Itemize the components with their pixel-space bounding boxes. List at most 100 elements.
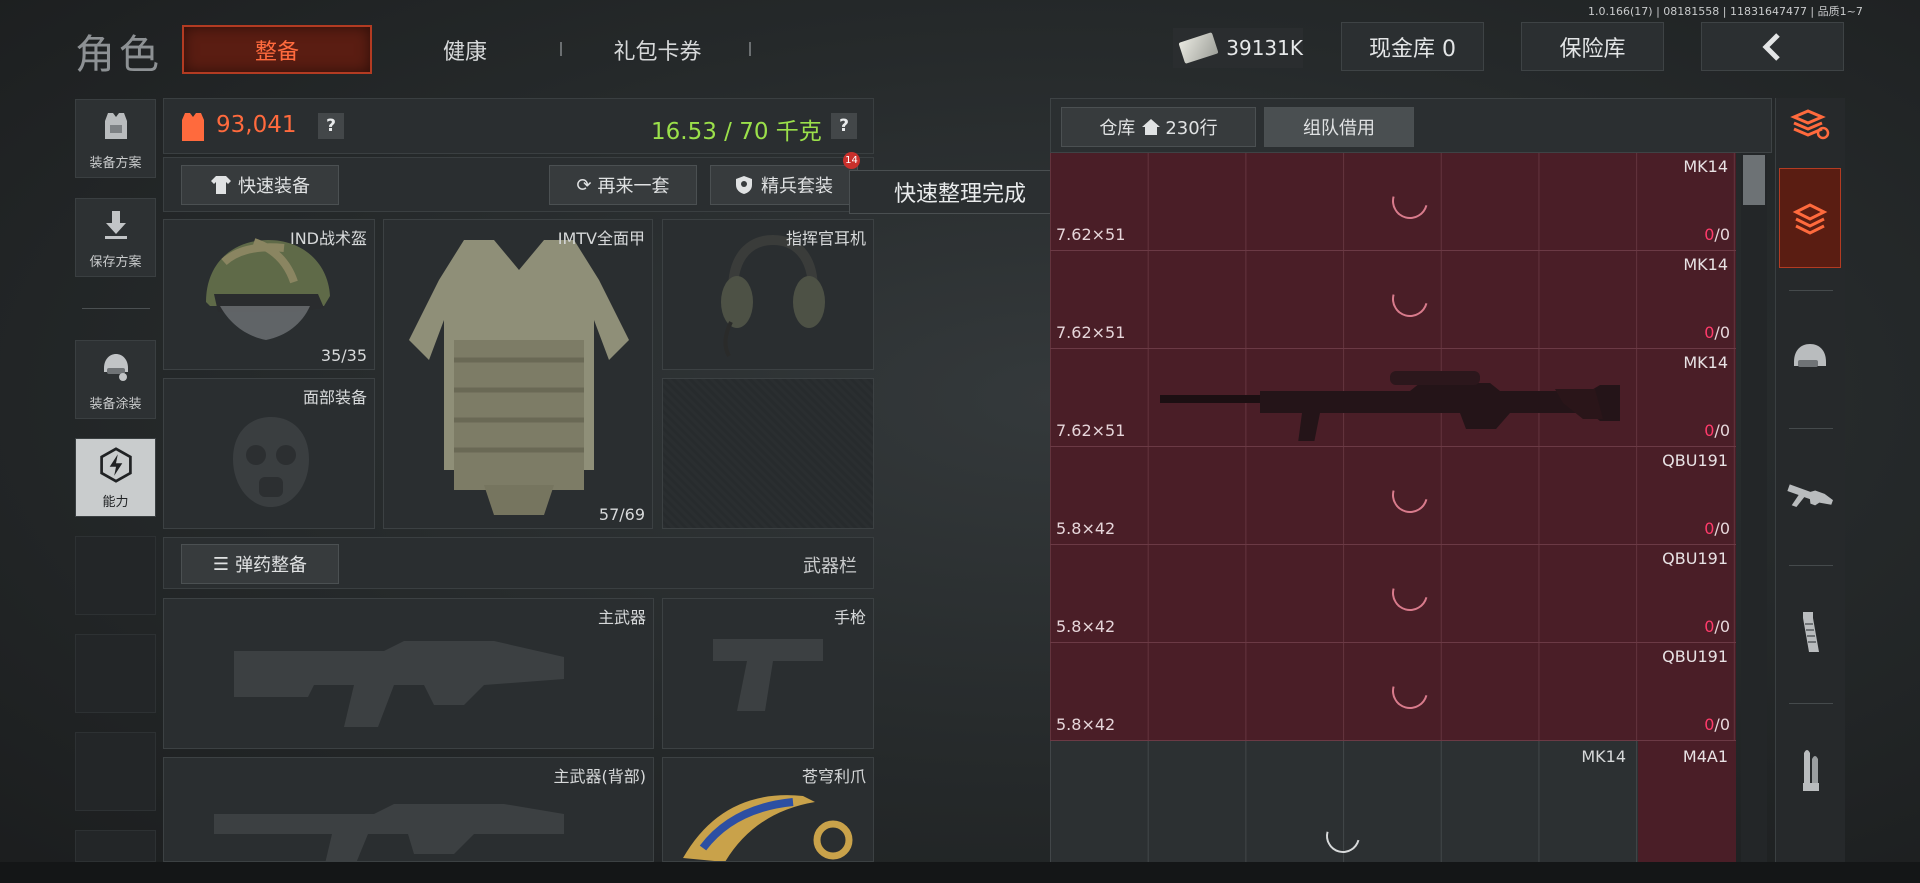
home-icon: [1142, 119, 1161, 135]
tab-prep[interactable]: 整备: [182, 25, 372, 74]
rail-divider: [82, 308, 150, 309]
loading-spinner-icon: [1319, 812, 1367, 860]
category-helmet[interactable]: [1779, 308, 1841, 408]
ammo-max: /0: [1714, 617, 1730, 636]
back-button[interactable]: [1701, 22, 1844, 71]
rail-label: 保存方案: [89, 255, 142, 270]
rail-save-plan[interactable]: 保存方案: [75, 198, 156, 277]
tab-divider: [749, 42, 751, 56]
tab-divider: [560, 42, 562, 56]
category-all[interactable]: [1779, 168, 1841, 268]
again-set-button[interactable]: ⟳ 再来一套: [549, 165, 697, 205]
again-set-label: 再来一套: [597, 176, 670, 197]
ammo-sort-button[interactable]: ☰ 弹药整备: [181, 544, 339, 584]
mk14-image: [1160, 371, 1620, 441]
caliber: 5.8×42: [1056, 715, 1116, 734]
helmet-durability: 35/35: [320, 346, 367, 365]
helmet-icon: [1794, 344, 1826, 367]
money-display: 39131K: [1173, 28, 1303, 68]
ammo-max: /0: [1714, 323, 1730, 342]
category-rifle[interactable]: [1779, 446, 1841, 546]
list-item[interactable]: QBU191 5.8×42 0/0: [1050, 545, 1736, 643]
rail-ability[interactable]: 能力: [75, 438, 156, 517]
headset-image: [721, 234, 825, 357]
pistol-slot[interactable]: 手枪: [662, 598, 874, 749]
armor-durability: 57/69: [598, 505, 645, 524]
armor-name: IMTV全面甲: [557, 229, 645, 248]
category-divider: [1789, 290, 1833, 291]
caliber: 5.8×42: [1056, 519, 1116, 538]
caliber: 7.62×51: [1056, 225, 1126, 244]
safe-vault-button[interactable]: 保险库: [1521, 22, 1664, 71]
ammo-count: 0/0: [1704, 421, 1730, 440]
rifle-back-silhouette: [214, 804, 564, 861]
warehouse-rows: 230行: [1165, 118, 1218, 139]
ammo-current: 0: [1704, 323, 1715, 342]
vest-icon: [98, 108, 134, 144]
rail-empty-slot: [75, 830, 156, 862]
melee-slot[interactable]: 苍穹利爪: [662, 757, 874, 862]
armor-slot[interactable]: IMTV全面甲 57/69: [383, 219, 653, 529]
weapon-name: MK14: [1683, 353, 1728, 372]
weight-display: 16.53 / 70 千克: [651, 119, 822, 145]
ammo-max: /0: [1714, 519, 1730, 538]
list-item[interactable]: MK14: [1050, 741, 1638, 862]
warehouse-header: 仓库 230行 组队借用: [1050, 98, 1772, 153]
primary-back-slot[interactable]: 主武器(背部): [163, 757, 654, 862]
warehouse-title: 仓库: [1099, 118, 1136, 139]
scrollbar-thumb[interactable]: [1743, 155, 1765, 205]
weapon-name: MK14: [1683, 157, 1728, 176]
headset-slot[interactable]: 指挥官耳机: [662, 219, 874, 370]
ammo-count: 0/0: [1704, 225, 1730, 244]
rail-label: 装备涂装: [89, 397, 142, 412]
face-slot[interactable]: 面部装备: [163, 378, 375, 529]
helmet-slot[interactable]: IND战术盔 35/35: [163, 219, 375, 370]
rail-empty-slot: [75, 634, 156, 713]
value-help-button[interactable]: ?: [318, 113, 344, 139]
bottom-bar: [0, 862, 1920, 883]
gear-summary-bar: 93,041 ? 16.53 / 70 千克 ?: [163, 98, 874, 154]
quick-equip-button[interactable]: 快速装备: [181, 165, 339, 205]
weapon-name: MK14: [1683, 255, 1728, 274]
empty-gear-slot[interactable]: [662, 378, 874, 529]
rail-empty-slot: [75, 732, 156, 811]
download-icon: [98, 207, 134, 243]
all-items-icon: [1792, 203, 1828, 235]
list-item[interactable]: MK14 7.62×51 0/0: [1050, 251, 1736, 349]
warehouse-scrollbar[interactable]: [1741, 153, 1767, 862]
sort-layers-button[interactable]: [1779, 100, 1841, 150]
tab-health[interactable]: 健康: [395, 25, 535, 74]
list-item[interactable]: MK14 7.62×51 0/0: [1050, 153, 1736, 251]
warehouse-grid: MK14 7.62×51 0/0 MK14 7.62×51 0/0 MK14 7…: [1050, 153, 1736, 862]
list-item[interactable]: QBU191 5.8×42 0/0: [1050, 447, 1736, 545]
category-divider: [1789, 428, 1833, 429]
category-divider: [1789, 703, 1833, 704]
rail-gear-plan[interactable]: 装备方案: [75, 99, 156, 178]
primary-weapon-slot[interactable]: 主武器: [163, 598, 654, 749]
cash-vault-button[interactable]: 现金库 0: [1341, 22, 1484, 71]
team-borrow-button[interactable]: 组队借用: [1264, 107, 1414, 147]
rail-gear-skin[interactable]: 装备涂装: [75, 340, 156, 419]
category-ammo[interactable]: [1779, 721, 1841, 821]
weight-help-button[interactable]: ?: [831, 113, 857, 139]
list-item[interactable]: QBU191 5.8×42 0/0: [1050, 643, 1736, 741]
ammo-sort-label: 弹药整备: [235, 555, 308, 576]
rail-label: 装备方案: [89, 156, 142, 171]
cash-icon: [1178, 32, 1219, 64]
ammo-list-icon: ☰: [212, 553, 230, 575]
ammo-current: 0: [1704, 225, 1715, 244]
magazine-icon: [1803, 612, 1819, 652]
gear-actions-bar: 快速装备 ⟳ 再来一套 精兵套装 14: [163, 152, 874, 212]
warehouse-button[interactable]: 仓库 230行: [1061, 107, 1256, 147]
list-item[interactable]: M4A1: [1638, 741, 1736, 862]
melee-name: 苍穹利爪: [801, 767, 866, 786]
list-item[interactable]: MK14 7.62×51 0/0: [1050, 349, 1736, 447]
gear-value: 93,041: [216, 112, 297, 138]
tab-gift-cards[interactable]: 礼包卡券: [585, 25, 730, 74]
elite-set-button[interactable]: 精兵套装: [710, 165, 858, 205]
helmet-image: [206, 238, 330, 340]
version-text: 1.0.166(17) | 08181558 | 11831647477 | 品…: [1588, 5, 1863, 18]
caliber: 5.8×42: [1056, 617, 1116, 636]
rail-empty-slot: [75, 536, 156, 615]
category-magazine[interactable]: [1779, 583, 1841, 683]
